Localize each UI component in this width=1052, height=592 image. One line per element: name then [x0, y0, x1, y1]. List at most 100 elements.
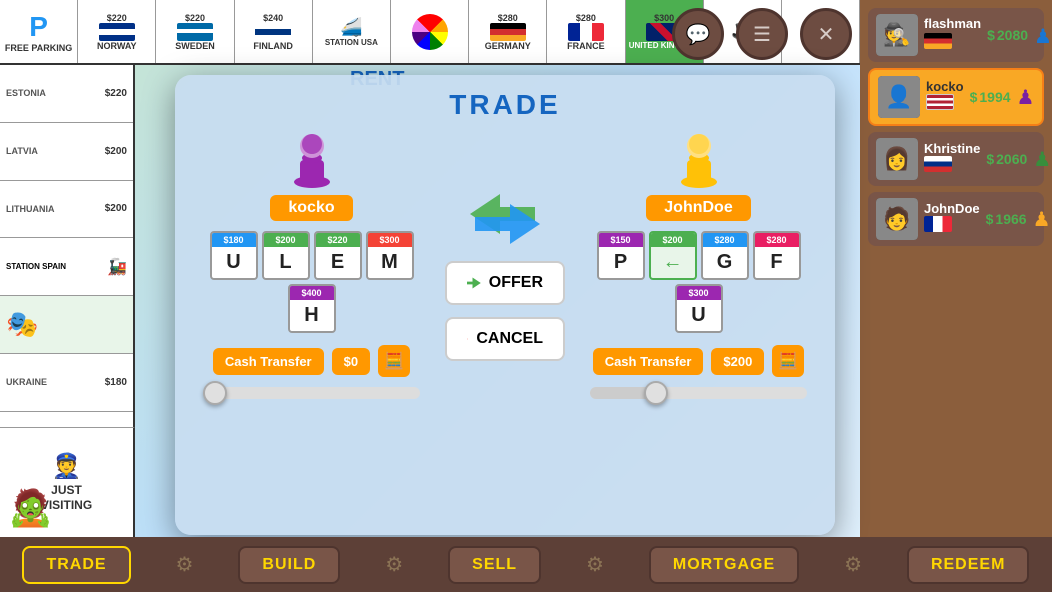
sell-button[interactable]: SELL — [448, 546, 541, 584]
property-tile-kocko-E[interactable]: $220 E — [314, 231, 362, 280]
property-tile-johndoe-P[interactable]: $150 P — [597, 231, 645, 280]
top-cell-france: $280 FRANCE — [547, 0, 625, 63]
build-button[interactable]: BUILD — [238, 546, 340, 584]
top-cell-sweden: $220 SWEDEN — [156, 0, 234, 63]
player-name-khristine: Khristine — [924, 141, 980, 156]
avatar-khristine: 👩 — [876, 138, 918, 180]
cancel-icon — [467, 329, 468, 349]
player-info-flashman: flashman — [924, 16, 981, 54]
offer-button[interactable]: OFFER — [445, 261, 565, 305]
money-kocko: $ 1994 — [970, 89, 1011, 105]
property-grid-johndoe: $150 P $200 ← $280 G $280 F $300 U — [589, 231, 809, 333]
avatar-kocko: 👤 — [878, 76, 920, 118]
player-label-johndoe: JohnDoe — [646, 195, 750, 221]
close-icon: ✕ — [818, 22, 835, 47]
player-info-kocko: kocko — [926, 79, 964, 115]
dialog-title: TRADE — [175, 75, 835, 129]
player-section-kocko: kocko $180 U $200 L $220 E $300 M — [191, 129, 432, 399]
bottom-divider-2: ⚙ — [385, 552, 403, 577]
property-tile-johndoe-F[interactable]: $280 F — [753, 231, 801, 280]
property-grid-kocko: $180 U $200 L $220 E $300 M $400 H — [202, 231, 422, 333]
avatar-flashman: 🕵 — [876, 14, 918, 56]
player-name-flashman: flashman — [924, 16, 981, 31]
cash-transfer-johndoe: Cash Transfer $200 🧮 — [578, 345, 819, 377]
pawn-khristine: ♟ — [1033, 147, 1051, 172]
trade-dialog: TRADE kocko $180 U — [175, 75, 835, 535]
property-tile-johndoe-U2[interactable]: $300 U — [675, 284, 723, 333]
player-info-khristine: Khristine — [924, 141, 980, 177]
cash-value-kocko: $0 — [332, 348, 370, 375]
player-name-johndoe: JohnDoe — [924, 201, 980, 216]
trade-arrows — [470, 189, 540, 249]
menu-button[interactable]: ☰ — [736, 8, 788, 60]
player-card-khristine: 👩 Khristine $ 2060 ♟ — [868, 132, 1044, 186]
calculator-btn-kocko[interactable]: 🧮 — [378, 345, 410, 377]
player-label-kocko: kocko — [270, 195, 352, 221]
player-card-johndoe: 🧑 JohnDoe $ 1966 ♟ — [868, 192, 1044, 246]
player-section-johndoe: JohnDoe $150 P $200 ← $280 G $280 F — [578, 129, 819, 399]
cash-transfer-kocko: Cash Transfer $0 🧮 — [191, 345, 432, 377]
offer-icon — [467, 273, 481, 293]
pawn-johndoe-dialog — [674, 129, 724, 189]
bottom-divider-1: ⚙ — [176, 552, 194, 577]
player-info-johndoe: JohnDoe — [924, 201, 980, 237]
chat-icon: 💬 — [686, 22, 711, 47]
money-flashman: $ 2080 — [987, 27, 1028, 43]
cancel-button[interactable]: CANCEL — [445, 317, 565, 361]
pawn-flashman: ♟ — [1034, 24, 1052, 46]
left-cell-ukraine: UKRAINE $180 — [0, 354, 133, 412]
mortgage-button[interactable]: MORTGAGE — [649, 546, 799, 584]
parking-cell: P FREE PARKING — [0, 0, 78, 63]
cash-label-johndoe: Cash Transfer — [593, 348, 704, 375]
calculator-btn-johndoe[interactable]: 🧮 — [772, 345, 804, 377]
top-right-buttons: 💬 ☰ ✕ — [672, 8, 852, 60]
dialog-body: kocko $180 U $200 L $220 E $300 M — [175, 129, 835, 535]
money-johndoe: $ 1966 — [986, 211, 1027, 227]
left-cell-station: STATION SPAIN 🚂 — [0, 238, 133, 296]
flag-khristine — [924, 156, 952, 172]
bottom-divider-4: ⚙ — [844, 552, 862, 577]
property-tile-kocko-L[interactable]: $200 L — [262, 231, 310, 280]
slider-kocko[interactable] — [203, 387, 420, 399]
top-cell-chance — [391, 0, 469, 63]
property-tile-kocko-U[interactable]: $180 U — [210, 231, 258, 280]
property-tile-kocko-H[interactable]: $400 H — [288, 284, 336, 333]
player-name-kocko: kocko — [926, 79, 964, 94]
bottom-bar: TRADE ⚙ BUILD ⚙ SELL ⚙ MORTGAGE ⚙ REDEEM — [0, 537, 1052, 592]
money-khristine: $ 2060 — [986, 151, 1027, 167]
property-tile-johndoe-arrow[interactable]: $200 ← — [649, 231, 697, 280]
pawn-johndoe: ♟ — [1033, 207, 1051, 232]
pawn-kocko: ♟ — [1017, 85, 1035, 110]
slider-thumb-johndoe[interactable] — [644, 381, 668, 405]
middle-controls: OFFER CANCEL — [440, 129, 570, 361]
pawn-kocko-dialog — [287, 129, 337, 189]
close-button[interactable]: ✕ — [800, 8, 852, 60]
jail-corner: 👮 JUSTVISITING 🧟 — [0, 427, 135, 537]
menu-icon: ☰ — [753, 22, 771, 47]
chat-button[interactable]: 💬 — [672, 8, 724, 60]
left-cell-latvia: LATVIA $200 — [0, 123, 133, 181]
property-tile-kocko-M[interactable]: $300 M — [366, 231, 414, 280]
flag-kocko — [926, 94, 954, 110]
slider-thumb-kocko[interactable] — [203, 381, 227, 405]
cash-label-kocko: Cash Transfer — [213, 348, 324, 375]
flag-johndoe — [924, 216, 952, 232]
trade-button[interactable]: TRADE — [22, 546, 130, 584]
player-card-kocko: 👤 kocko $ 1994 ♟ — [868, 68, 1044, 126]
avatar-johndoe: 🧑 — [876, 198, 918, 240]
left-cell-estonia: ESTONIA $220 — [0, 65, 133, 123]
sidebar: 🕵 flashman $ 2080 ♟ 👤 kocko $ 1994 ♟ 👩 — [860, 0, 1052, 537]
calculator-icon-johndoe: 🧮 — [778, 351, 798, 371]
bottom-divider-3: ⚙ — [586, 552, 604, 577]
calculator-icon-kocko: 🧮 — [384, 351, 404, 371]
top-cell-germany: $280 GERMANY — [469, 0, 547, 63]
redeem-button[interactable]: REDEEM — [907, 546, 1029, 584]
top-cell-finland: $240 FINLAND — [235, 0, 313, 63]
flag-flashman — [924, 33, 952, 49]
property-tile-johndoe-G[interactable]: $280 G — [701, 231, 749, 280]
top-cell-norway: $220 NORWAY — [78, 0, 156, 63]
cash-value-johndoe: $200 — [711, 348, 764, 375]
left-cell-board-piece: 🎭 — [0, 296, 133, 354]
left-cell-lithuania: LITHUANIA $200 — [0, 181, 133, 239]
slider-johndoe[interactable] — [590, 387, 807, 399]
